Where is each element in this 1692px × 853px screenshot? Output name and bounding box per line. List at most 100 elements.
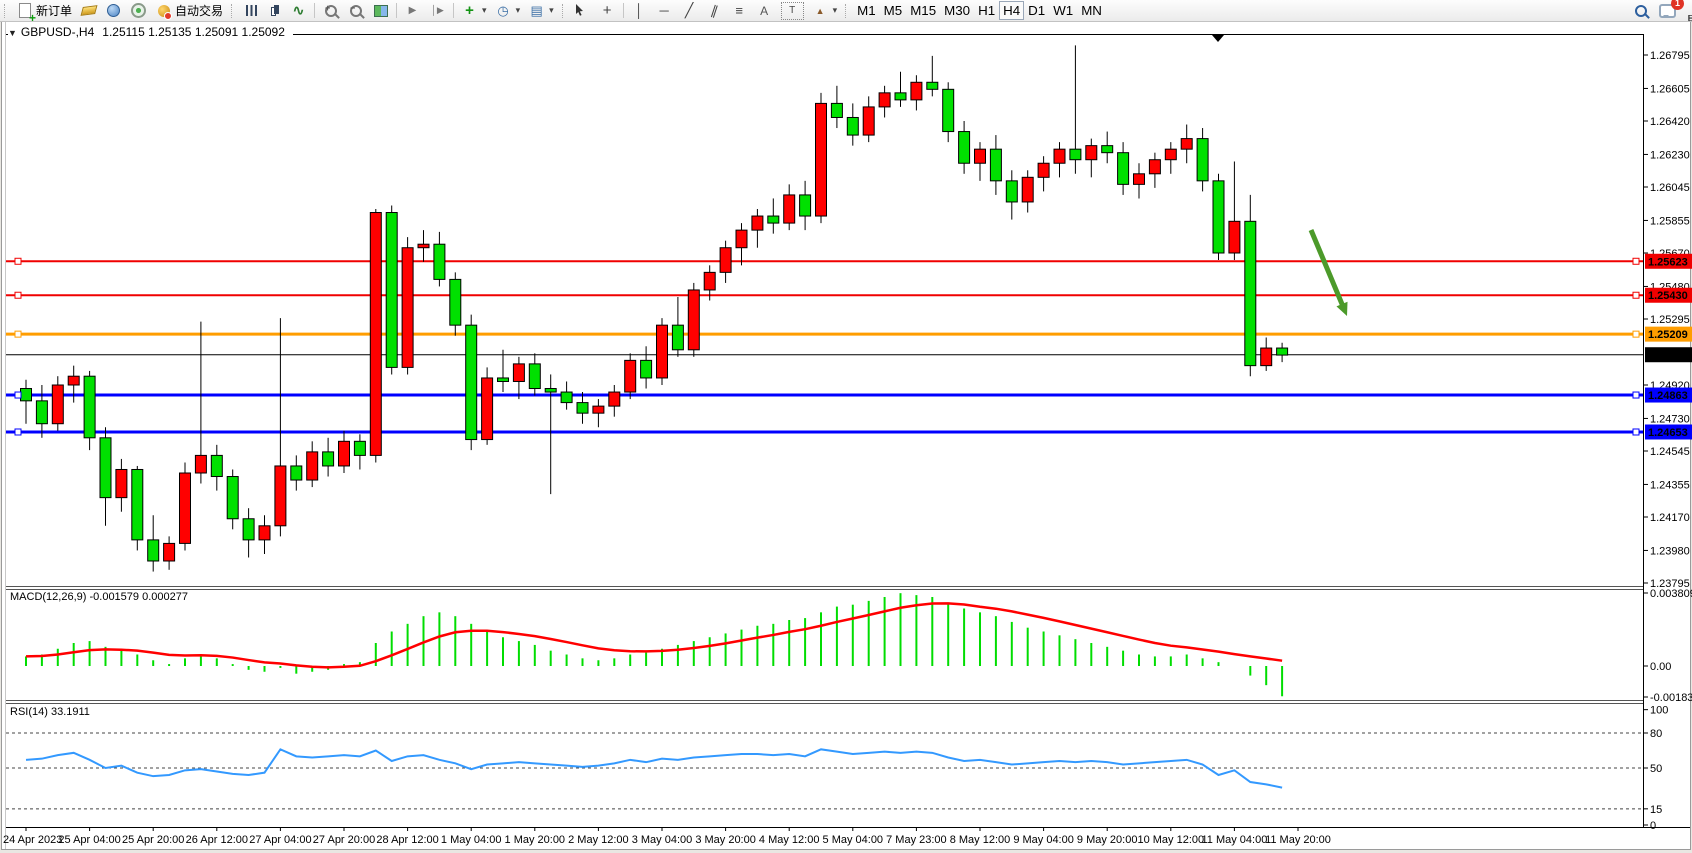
svg-text:1.25295: 1.25295: [1650, 314, 1690, 326]
rsi-value: 33.1911: [51, 706, 90, 718]
periods-button[interactable]: ◷▾: [491, 1, 525, 20]
svg-text:5 May 04:00: 5 May 04:00: [823, 834, 884, 846]
marketplace-button[interactable]: [76, 1, 101, 20]
auto-scroll-button[interactable]: ▶: [400, 1, 425, 20]
fibonacci-sub-label: F: [1688, 14, 1692, 23]
svg-text:50: 50: [1650, 763, 1662, 775]
zoom-in-button[interactable]: +: [318, 1, 343, 20]
svg-text:80: 80: [1650, 728, 1662, 740]
autotrade-label: 自动交易: [175, 2, 223, 19]
indicators-button[interactable]: +▾: [457, 1, 491, 20]
trendline-tool-button[interactable]: ╱: [677, 1, 702, 20]
svg-text:1.24730: 1.24730: [1650, 413, 1690, 425]
svg-text:1.25092: 1.25092: [1648, 350, 1688, 362]
chart-symbol-period: GBPUSD-,H4: [21, 25, 94, 39]
toolbar-separator: [396, 3, 397, 18]
timeframe-m1[interactable]: M1: [853, 1, 880, 20]
svg-text:24 Apr 2023: 24 Apr 2023: [3, 834, 62, 846]
text-tool-icon: A: [756, 3, 773, 19]
arrows-tool-button[interactable]: ▲▾: [808, 1, 842, 20]
new-order-button[interactable]: 新订单: [12, 1, 76, 20]
timeframe-m15[interactable]: M15: [906, 1, 940, 20]
toolbar-separator: [623, 3, 624, 18]
mt4-terminal: 1.267951.266051.264201.262301.260451.258…: [0, 0, 1692, 853]
svg-text:1.26420: 1.26420: [1650, 116, 1690, 128]
chart-shift-icon: │▶: [429, 3, 446, 19]
svg-text:3 May 04:00: 3 May 04:00: [632, 834, 693, 846]
cursor-tool-button[interactable]: [570, 1, 595, 20]
vertical-line-tool-button[interactable]: │: [627, 1, 652, 20]
zoom-out-button[interactable]: −: [343, 1, 368, 20]
svg-text:1.26045: 1.26045: [1650, 182, 1690, 194]
arrows-tool-icon: ▲: [812, 3, 829, 19]
svg-text:4 May 12:00: 4 May 12:00: [759, 834, 820, 846]
timeframe-d1[interactable]: D1: [1024, 1, 1049, 20]
svg-text:1 May 20:00: 1 May 20:00: [505, 834, 566, 846]
vertical-line-icon: │: [631, 3, 648, 19]
candlestick-chart-button[interactable]: [264, 1, 286, 20]
fibonacci-tool-button[interactable]: ≡F: [727, 1, 752, 20]
notification-badge: 1: [1671, 0, 1684, 10]
zoom-out-icon: −: [347, 3, 364, 19]
crosshair-icon: +: [599, 3, 616, 19]
toolbar-grip: [231, 4, 235, 18]
svg-text:1.26230: 1.26230: [1650, 149, 1690, 161]
svg-text:10 May 12:00: 10 May 12:00: [1137, 834, 1204, 846]
svg-text:27 Apr 04:00: 27 Apr 04:00: [249, 834, 311, 846]
autotrade-icon: [155, 3, 172, 19]
indicators-icon: +: [461, 3, 478, 19]
crayon-icon: [80, 3, 97, 19]
svg-text:25 Apr 04:00: 25 Apr 04:00: [58, 834, 120, 846]
symbol-dropdown-icon[interactable]: ▼: [8, 28, 17, 38]
search-icon[interactable]: [1632, 3, 1649, 19]
timeframe-m5[interactable]: M5: [880, 1, 907, 20]
signals-button[interactable]: [126, 1, 151, 20]
line-chart-button[interactable]: ∿: [286, 1, 311, 20]
rsi-name: RSI(14): [10, 706, 48, 718]
svg-text:0: 0: [1650, 820, 1656, 832]
svg-text:27 Apr 20:00: 27 Apr 20:00: [313, 834, 375, 846]
bar-chart-button[interactable]: [239, 1, 264, 20]
chart-shift-button[interactable]: │▶: [425, 1, 450, 20]
rsi-indicator-label: RSI(14) 33.1911: [10, 706, 96, 718]
community-button[interactable]: [101, 1, 126, 20]
text-tool-button[interactable]: A: [752, 1, 777, 20]
toolbar-grip: [4, 4, 8, 18]
svg-text:1.26605: 1.26605: [1650, 83, 1690, 95]
chat-icon[interactable]: 1: [1659, 3, 1676, 19]
timeframe-h1[interactable]: H1: [974, 1, 999, 20]
templates-button[interactable]: ▤▾: [524, 1, 558, 20]
svg-text:1.25430: 1.25430: [1648, 290, 1688, 302]
tile-windows-icon: [372, 3, 389, 19]
timeframe-w1[interactable]: W1: [1049, 1, 1077, 20]
svg-text:28 Apr 12:00: 28 Apr 12:00: [376, 834, 438, 846]
channel-tool-button[interactable]: ∥E: [702, 1, 727, 20]
svg-text:0.00: 0.00: [1650, 661, 1671, 673]
svg-text:-0.001836: -0.001836: [1650, 692, 1692, 704]
cursor-icon: [574, 3, 591, 19]
svg-text:1 May 04:00: 1 May 04:00: [441, 834, 502, 846]
autotrade-button[interactable]: 自动交易: [151, 1, 227, 20]
timeframe-h4[interactable]: H4: [999, 1, 1024, 20]
crosshair-tool-button[interactable]: +: [595, 1, 620, 20]
caret-down-icon: ▾: [516, 5, 521, 16]
candlestick-icon: [269, 4, 282, 17]
caret-down-icon: ▾: [549, 5, 554, 16]
label-tool-button[interactable]: T: [777, 1, 808, 20]
bar-chart-icon: [243, 3, 260, 19]
horizontal-line-tool-button[interactable]: ─: [652, 1, 677, 20]
svg-text:1.23980: 1.23980: [1650, 545, 1690, 557]
svg-text:2 May 12:00: 2 May 12:00: [568, 834, 629, 846]
timeframe-m30[interactable]: M30: [940, 1, 974, 20]
label-tool-icon: T: [781, 2, 804, 20]
svg-text:11 May 04:00: 11 May 04:00: [1201, 834, 1267, 846]
price-chart-canvas[interactable]: 1.267951.266051.264201.262301.260451.258…: [0, 0, 1692, 853]
svg-text:1.26795: 1.26795: [1650, 50, 1690, 62]
timeframe-mn[interactable]: MN: [1077, 1, 1106, 20]
caret-down-icon: ▾: [482, 5, 487, 16]
tile-windows-button[interactable]: [368, 1, 393, 20]
svg-text:1.24355: 1.24355: [1650, 479, 1690, 491]
svg-text:26 Apr 12:00: 26 Apr 12:00: [186, 834, 248, 846]
svg-text:11 May 20:00: 11 May 20:00: [1265, 834, 1331, 846]
signals-icon: [130, 3, 147, 19]
